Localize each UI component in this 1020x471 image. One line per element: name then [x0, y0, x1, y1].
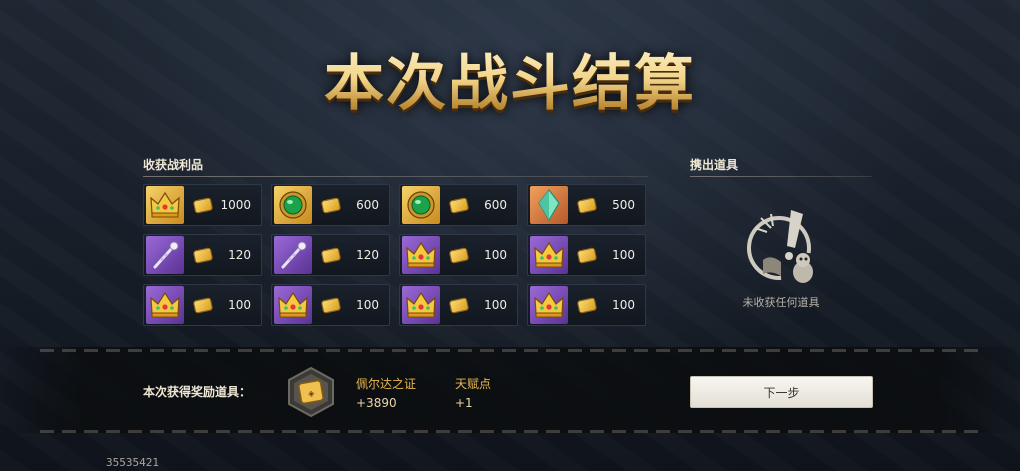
loot-item-amount: 1000 — [220, 198, 251, 212]
gold-coin-icon — [576, 196, 598, 214]
loot-grid: 1000 600 600 500 120 120 100 100 100 100 100 100 — [143, 184, 648, 326]
loot-item-amount: 100 — [356, 298, 379, 312]
loot-item[interactable]: 100 — [271, 284, 390, 326]
golden-crown-icon — [530, 286, 568, 324]
golden-crown-icon — [402, 286, 440, 324]
golden-crown-icon — [146, 286, 184, 324]
reward-band-bottom-edge — [40, 430, 980, 433]
loot-item-amount: 100 — [484, 298, 507, 312]
emerald-medallion-icon — [274, 186, 312, 224]
pelda-certificate-icon: ◈ — [288, 366, 334, 418]
loot-item[interactable]: 600 — [399, 184, 518, 226]
loot-item-amount: 600 — [484, 198, 507, 212]
golden-crown-icon — [274, 286, 312, 324]
loot-item[interactable]: 100 — [527, 284, 646, 326]
gold-coin-icon — [320, 196, 342, 214]
loot-item[interactable]: 100 — [399, 234, 518, 276]
gold-coin-icon — [192, 246, 214, 264]
gold-coin-icon — [448, 196, 470, 214]
loot-section-divider — [143, 176, 648, 177]
loot-item[interactable]: 100 — [399, 284, 518, 326]
player-id: 35535421 — [106, 456, 159, 469]
golden-crown-icon — [402, 236, 440, 274]
empty-state-text: 未收获任何道具 — [742, 296, 820, 309]
reward-name-certificate: 佩尔达之证 — [356, 377, 417, 391]
loot-item[interactable]: 120 — [143, 234, 262, 276]
gold-coin-icon — [448, 246, 470, 264]
reward-value-certificate: +3890 — [356, 396, 397, 410]
silver-scepter-icon — [146, 236, 184, 274]
loot-item-amount: 100 — [228, 298, 251, 312]
golden-crown-icon — [530, 236, 568, 274]
loot-item-amount: 100 — [612, 248, 635, 262]
loot-item-amount: 500 — [612, 198, 635, 212]
emerald-medallion-icon — [402, 186, 440, 224]
gold-coin-icon — [576, 296, 598, 314]
gold-coin-icon — [320, 246, 342, 264]
reward-name-talent-points: 天赋点 — [455, 377, 492, 391]
gold-coin-icon — [192, 196, 214, 214]
loot-section-label: 收获战利品 — [143, 158, 204, 172]
loot-item[interactable]: 600 — [271, 184, 390, 226]
empty-bag-bird-icon — [747, 210, 813, 283]
loot-item-amount: 100 — [612, 298, 635, 312]
dropped-section-label: 携出道具 — [690, 158, 739, 172]
reward-band-top-edge — [40, 349, 980, 352]
gold-coin-icon — [576, 246, 598, 264]
gold-coin-icon — [320, 296, 342, 314]
loot-item[interactable]: 100 — [143, 284, 262, 326]
green-crystal-icon — [530, 186, 568, 224]
loot-item[interactable]: 120 — [271, 234, 390, 276]
reward-value-talent-points: +1 — [455, 396, 473, 410]
loot-item-amount: 100 — [484, 248, 507, 262]
loot-item-amount: 120 — [228, 248, 251, 262]
loot-item[interactable]: 500 — [527, 184, 646, 226]
loot-item-amount: 120 — [356, 248, 379, 262]
reward-label: 本次获得奖励道具： — [143, 385, 252, 399]
loot-item[interactable]: 1000 — [143, 184, 262, 226]
gold-coin-icon — [448, 296, 470, 314]
settlement-title: 本次战斗结算 — [0, 34, 1020, 134]
silver-scepter-icon — [274, 236, 312, 274]
golden-crown-icon — [146, 186, 184, 224]
gold-coin-icon — [192, 296, 214, 314]
next-step-button[interactable]: 下一步 — [690, 376, 873, 408]
dropped-section-divider — [690, 176, 872, 177]
loot-item[interactable]: 100 — [527, 234, 646, 276]
empty-state — [690, 200, 872, 294]
loot-item-amount: 600 — [356, 198, 379, 212]
